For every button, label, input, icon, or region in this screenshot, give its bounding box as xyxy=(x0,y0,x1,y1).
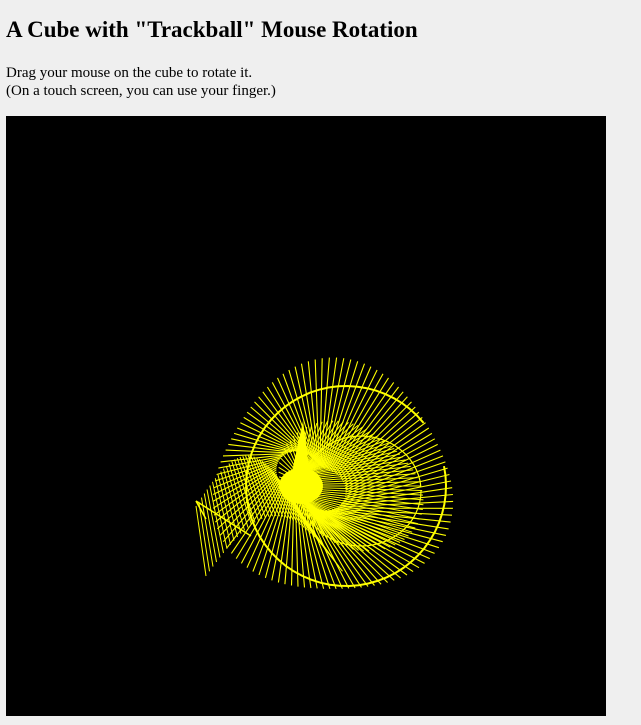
page-title: A Cube with "Trackball" Mouse Rotation xyxy=(6,17,418,42)
instruction-line-1: Drag your mouse on the cube to rotate it… xyxy=(6,65,253,81)
instructions: Drag your mouse on the cube to rotate it… xyxy=(6,64,276,100)
trackball-cube-canvas[interactable] xyxy=(6,116,606,716)
instruction-line-2: (On a touch screen, you can use your fin… xyxy=(6,83,276,99)
